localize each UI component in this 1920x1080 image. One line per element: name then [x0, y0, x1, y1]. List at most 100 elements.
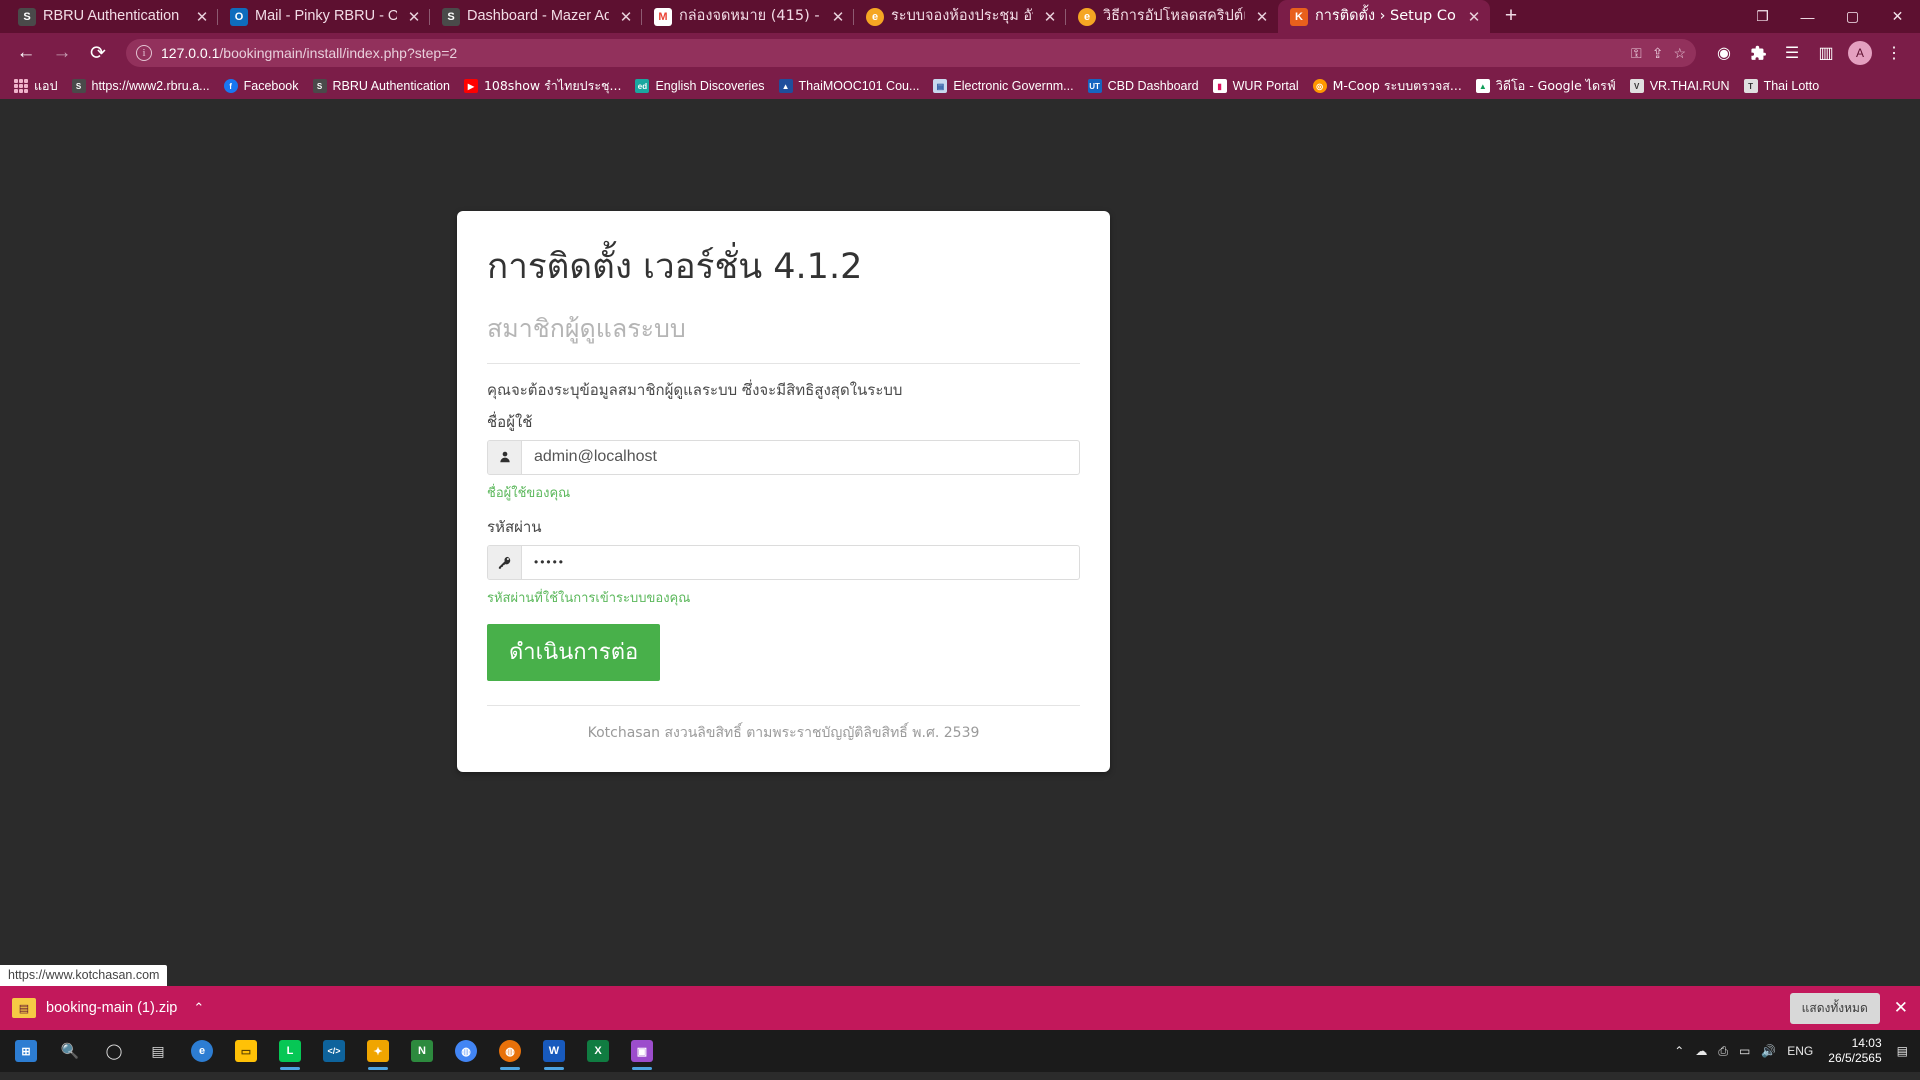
bookmark-item-6[interactable]: ▲ ThaiMOOC101 Cou... — [773, 77, 926, 95]
bookmark-star-icon[interactable]: ☆ — [1673, 45, 1686, 62]
tray-usb-icon[interactable]: ⎙ — [1718, 1044, 1728, 1059]
taskbar-app-xampp[interactable]: ✦ — [356, 1030, 400, 1072]
username-input-group[interactable]: admin@localhost — [487, 439, 1080, 475]
tray-volume-icon[interactable]: 🔊 — [1761, 1044, 1776, 1058]
new-tab-button[interactable]: + — [1496, 1, 1526, 31]
taskbar-app-excel[interactable]: X — [576, 1030, 620, 1072]
browser-tab-1[interactable]: O Mail - Pinky RBRU - Outlook ✕ — [218, 0, 430, 33]
continue-button[interactable]: ดำเนินการต่อ — [487, 623, 661, 681]
browser-tab-0[interactable]: S RBRU Authentication ✕ — [6, 0, 218, 33]
forward-icon[interactable]: → — [46, 37, 78, 69]
key-icon[interactable]: ⚿ — [1631, 45, 1642, 62]
clock-date: 26/5/2565 — [1828, 1051, 1882, 1065]
taskbar-app-word[interactable]: W — [532, 1030, 576, 1072]
section-description: คุณจะต้องระบุข้อมูลสมาชิกผู้ดูแลระบบ ซึ่… — [487, 380, 903, 399]
browser-tab-3[interactable]: M กล่องจดหมาย (415) - angkana.w@ ✕ — [642, 0, 854, 33]
window-maximize-icon[interactable]: ▢ — [1830, 0, 1875, 33]
bookmark-item-10[interactable]: ◎ M-Coop ระบบตรวจส... — [1307, 74, 1468, 98]
share-icon[interactable]: ⇪ — [1652, 45, 1664, 62]
tab-close-icon-6[interactable]: ✕ — [1464, 7, 1484, 27]
bookmark-item-apps[interactable]: แอป — [8, 74, 64, 98]
task-view-button[interactable]: ▤ — [136, 1030, 180, 1072]
download-item[interactable]: ▤ booking-main (1).zip ⌃ — [12, 998, 204, 1018]
taskbar-app-chrome-beta[interactable]: ◍ — [488, 1030, 532, 1072]
bookmark-label-9: WUR Portal — [1232, 79, 1299, 93]
bookmark-label-10: M-Coop ระบบตรวจส... — [1332, 78, 1462, 93]
profile-avatar[interactable]: A — [1848, 41, 1872, 65]
bookmark-label-4: 108show รำไทยประชุ... — [483, 78, 622, 93]
taskbar-app-edge[interactable]: e — [180, 1030, 224, 1072]
taskbar-clock[interactable]: 14:03 26/5/2565 — [1824, 1036, 1885, 1066]
taskbar-app-line[interactable]: L — [268, 1030, 312, 1072]
password-input-group[interactable]: ••••• — [487, 544, 1080, 580]
excel-icon: X — [587, 1040, 609, 1062]
tray-chevron-up-icon[interactable]: ⌃ — [1674, 1044, 1684, 1058]
tab-favicon-0: S — [18, 7, 36, 26]
bookmark-favicon-13: T — [1743, 79, 1758, 93]
browser-tab-4[interactable]: e ระบบจองห้องประชุม อัพเวอร์ชั่นแล้วเ ✕ — [854, 0, 1066, 33]
tab-close-icon-3[interactable]: ✕ — [828, 7, 848, 27]
browser-menu-icon[interactable]: ⋮ — [1878, 37, 1910, 69]
close-download-bar-icon[interactable]: ✕ — [1894, 998, 1908, 1018]
tab-close-icon-1[interactable]: ✕ — [404, 7, 424, 27]
bookmark-item-2[interactable]: f Facebook — [218, 77, 305, 95]
search-button[interactable]: 🔍 — [48, 1030, 92, 1072]
tab-title-4: ระบบจองห้องประชุม อัพเวอร์ชั่นแล้วเ — [891, 8, 1033, 24]
shield-icon[interactable]: ◉ — [1708, 37, 1740, 69]
show-all-downloads-button[interactable]: แสดงทั้งหมด — [1789, 992, 1880, 1024]
zip-file-icon: ▤ — [12, 998, 36, 1018]
taskbar-app-notepad-plus[interactable]: N — [400, 1030, 444, 1072]
window-minimize-icon[interactable]: — — [1785, 0, 1830, 33]
toolbar-icons: ◉ ☰ ▥ A ⋮ — [1708, 37, 1910, 69]
tab-close-icon-4[interactable]: ✕ — [1040, 7, 1060, 27]
search-icon: 🔍 — [60, 1043, 80, 1060]
bookmark-favicon-7: ▤ — [933, 79, 948, 93]
extensions-puzzle-icon[interactable] — [1742, 37, 1774, 69]
tray-battery-icon[interactable]: ▭ — [1739, 1044, 1750, 1058]
chevron-up-icon[interactable]: ⌃ — [193, 1000, 204, 1016]
password-input[interactable]: ••••• — [522, 546, 1079, 579]
window-close-icon[interactable]: ✕ — [1875, 0, 1920, 33]
bookmark-item-1[interactable]: S https://www2.rbru.a... — [66, 77, 216, 95]
bookmark-item-11[interactable]: ▲ วิดีโอ - Google ไดรฟ์ — [1470, 74, 1622, 98]
bookmark-favicon-12: V — [1629, 79, 1644, 93]
tab-close-icon-5[interactable]: ✕ — [1252, 7, 1272, 27]
taskbar-app-photos[interactable]: ▣ — [620, 1030, 664, 1072]
bookmark-item-4[interactable]: ▶ 108show รำไทยประชุ... — [458, 74, 628, 98]
bookmark-item-7[interactable]: ▤ Electronic Governm... — [927, 77, 1079, 95]
tab-close-icon-0[interactable]: ✕ — [192, 7, 212, 27]
download-bar: ▤ booking-main (1).zip ⌃ แสดงทั้งหมด ✕ — [0, 986, 1920, 1030]
cortana-button[interactable]: ◯ — [92, 1030, 136, 1072]
tray-language-indicator[interactable]: ENG — [1787, 1044, 1813, 1058]
bookmark-label-1: https://www2.rbru.a... — [91, 79, 210, 93]
split-screen-icon[interactable]: ▥ — [1810, 37, 1842, 69]
username-label: ชื่อผู้ใช้ — [487, 412, 533, 431]
window-restore-icon[interactable]: ❐ — [1740, 0, 1785, 33]
start-button[interactable]: ⊞ — [4, 1030, 48, 1072]
bookmark-item-12[interactable]: V VR.THAI.RUN — [1624, 77, 1736, 95]
browser-tab-5[interactable]: e วิธีการอัปโหลดสคริปต์และการติดตั้งโป ✕ — [1066, 0, 1278, 33]
notification-center-icon[interactable]: ▤ — [1897, 1044, 1908, 1058]
tab-strip: S RBRU Authentication ✕ O Mail - Pinky R… — [0, 0, 1920, 33]
bookmark-item-8[interactable]: UT CBD Dashboard — [1082, 77, 1205, 95]
bookmark-item-13[interactable]: T Thai Lotto — [1738, 77, 1826, 95]
tab-close-icon-2[interactable]: ✕ — [616, 7, 636, 27]
taskbar-app-file-explorer[interactable]: ▭ — [224, 1030, 268, 1072]
reading-list-icon[interactable]: ☰ — [1776, 37, 1808, 69]
key-icon — [488, 545, 522, 579]
bookmark-item-5[interactable]: ed English Discoveries — [629, 77, 770, 95]
bookmark-favicon-11: ▲ — [1475, 79, 1490, 93]
taskbar-app-vscode[interactable]: </> — [312, 1030, 356, 1072]
username-input[interactable]: admin@localhost — [522, 441, 1079, 474]
taskbar-app-chrome[interactable]: ◍ — [444, 1030, 488, 1072]
bookmark-item-9[interactable]: ▮ WUR Portal — [1207, 77, 1305, 95]
browser-tab-2[interactable]: S Dashboard - Mazer Admin Dash ✕ — [430, 0, 642, 33]
back-icon[interactable]: ← — [10, 37, 42, 69]
reload-icon[interactable]: ⟳ — [82, 37, 114, 69]
site-info-icon[interactable]: i — [136, 45, 152, 61]
tray-cloud-icon[interactable]: ☁ — [1695, 1044, 1707, 1058]
address-bar[interactable]: i 127.0.0.1/bookingmain/install/index.ph… — [126, 39, 1696, 67]
browser-tab-6[interactable]: K การติดตั้ง › Setup Configuration F ✕ — [1278, 0, 1490, 33]
bookmark-item-3[interactable]: S RBRU Authentication — [307, 77, 456, 95]
browser-window: S RBRU Authentication ✕ O Mail - Pinky R… — [0, 0, 1920, 1072]
